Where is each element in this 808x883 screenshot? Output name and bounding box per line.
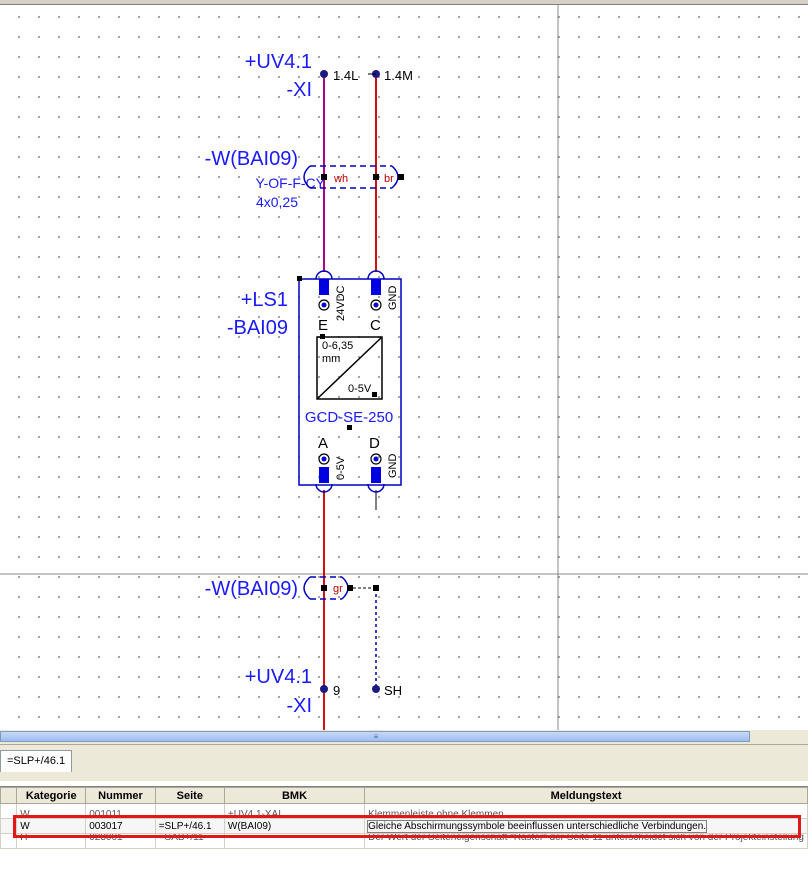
- cell-meldungstext: Gleiche Abschirmungssymbole beeinflussen…: [364, 818, 808, 834]
- table-header-row: Kategorie Nummer Seite BMK Meldungstext: [0, 787, 808, 804]
- bottom-terminal-pin-1: 9: [333, 683, 340, 698]
- pin-name-e: E: [318, 317, 328, 334]
- pin-block-c: [371, 279, 381, 295]
- pin-signal-gnd-bottom: GND: [387, 454, 399, 479]
- pin-connector-e-core: [321, 302, 327, 308]
- row-indicator: [0, 803, 18, 819]
- page-tab-bar: =SLP+/46.1: [0, 744, 808, 781]
- converter-range-unit: mm: [322, 353, 340, 365]
- message-grid[interactable]: Kategorie Nummer Seite BMK Meldungstext …: [0, 786, 808, 883]
- column-header-bmk[interactable]: BMK: [223, 787, 366, 804]
- bottom-terminal-pin-2: SH: [384, 683, 402, 698]
- pin-arc-c: [367, 270, 385, 280]
- row-indicator: [0, 833, 18, 849]
- shield-marker: [347, 585, 353, 591]
- top-terminal-pin-1: 1.4L: [333, 68, 358, 83]
- top-cable-size: 4x0,25: [256, 194, 298, 210]
- terminal-dot-1-4l[interactable]: [320, 70, 328, 78]
- cell-kategorie: W: [16, 803, 87, 819]
- bottom-terminal-device: -XI: [286, 695, 312, 717]
- message-table[interactable]: Kategorie Nummer Seite BMK Meldungstext …: [0, 787, 808, 849]
- top-terminal-pin-2: 1.4M: [384, 68, 413, 83]
- part-marker: [347, 425, 352, 430]
- cell-nummer: 003017: [85, 818, 156, 834]
- device-tag: -BAI09: [227, 317, 288, 339]
- device-corner-marker: [297, 276, 302, 281]
- pin-name-a: A: [318, 435, 328, 452]
- column-header-meldungstext[interactable]: Meldungstext: [364, 787, 808, 804]
- pin-name-d: D: [369, 435, 380, 452]
- terminal-dot-9[interactable]: [320, 685, 328, 693]
- cell-seite: [154, 803, 225, 819]
- shield-marker-end: [373, 585, 379, 591]
- tab-page[interactable]: =SLP+/46.1: [0, 750, 73, 772]
- cell-meldungstext: Der Wert der Seiteneigenschaft "Raster" …: [364, 833, 808, 849]
- pin-signal-24vdc: 24VDC: [335, 285, 347, 321]
- core-label-gr: gr: [333, 583, 343, 595]
- cell-nummer: 023001: [85, 833, 156, 849]
- core-marker-end: [398, 174, 404, 180]
- core-marker-gr: [321, 585, 327, 591]
- cell-nummer: 001011: [85, 803, 156, 819]
- core-label-wh: wh: [333, 173, 348, 185]
- column-header-nummer[interactable]: Nummer: [85, 787, 156, 804]
- device-location: +LS1: [241, 289, 288, 311]
- top-cable-name: -W(BAI09): [205, 148, 298, 170]
- scrollbar-corner: [752, 731, 808, 742]
- scrollbar-grip-icon[interactable]: ≡: [371, 733, 381, 741]
- pin-connector-c-core: [373, 302, 379, 308]
- pin-connector-d-core: [373, 456, 379, 462]
- cell-bmk: [223, 833, 366, 849]
- core-marker-wh: [321, 174, 327, 180]
- terminal-dot-sh[interactable]: [372, 685, 380, 693]
- pin-block-a: [319, 467, 329, 483]
- converter-marker-br: [372, 392, 377, 397]
- pin-name-c: C: [370, 317, 381, 334]
- cell-meldungstext: Klemmenleiste ohne Klemmen: [364, 803, 808, 819]
- cell-kategorie: H: [16, 833, 87, 849]
- table-row[interactable]: W 001011 +UV4.1-XAI Klemmenleiste ohne K…: [0, 803, 808, 819]
- top-terminal-location: +UV4.1: [245, 51, 312, 73]
- converter-range-out: 0-5V: [348, 383, 372, 395]
- bottom-terminal-location: +UV4.1: [245, 666, 312, 688]
- schematic-drawing[interactable]: +UV4.1 -XI 1.4L 1.4M -W(BAI09) Y-OF-F-CY…: [0, 0, 808, 730]
- converter-marker-tl: [320, 334, 325, 339]
- core-label-br: br: [384, 173, 394, 185]
- bottom-cable-name: -W(BAI09): [205, 578, 298, 600]
- pin-connector-a-core: [321, 456, 327, 462]
- core-marker-br: [373, 174, 379, 180]
- selected-message-text: Gleiche Abschirmungssymbole beeinflussen…: [367, 819, 708, 833]
- table-row-selected[interactable]: W 003017 =SLP+/46.1 W(BAI09) Gleiche Abs…: [0, 818, 808, 834]
- top-terminal-device: -XI: [286, 79, 312, 101]
- cell-bmk: W(BAI09): [223, 818, 366, 834]
- column-header-kategorie[interactable]: Kategorie: [16, 787, 87, 804]
- column-header-seite[interactable]: Seite: [154, 787, 225, 804]
- table-row[interactable]: H 023001 =SAB+/11 Der Wert der Seiteneig…: [0, 833, 808, 849]
- device-box[interactable]: [298, 278, 402, 486]
- pin-signal-gnd-top: GND: [387, 286, 399, 311]
- row-indicator: [0, 818, 18, 834]
- bottom-cable-bracket-left: [303, 576, 311, 600]
- device-part-number: GCD-SE-250: [305, 409, 393, 426]
- cell-seite: =SAB+/11: [154, 833, 225, 849]
- converter-range-in: 0-6,35: [322, 340, 353, 352]
- cell-kategorie: W: [16, 818, 87, 834]
- pin-block-d: [371, 467, 381, 483]
- cell-bmk: +UV4.1-XAI: [223, 803, 366, 819]
- schematic-canvas[interactable]: +UV4.1 -XI 1.4L 1.4M -W(BAI09) Y-OF-F-CY…: [0, 0, 808, 730]
- pin-block-e: [319, 279, 329, 295]
- horizontal-scrollbar[interactable]: ≡: [0, 731, 750, 742]
- column-header-indicator[interactable]: [0, 787, 18, 804]
- cell-seite: =SLP+/46.1: [154, 818, 225, 834]
- pin-signal-0-5v: 0-5V: [335, 456, 347, 480]
- pin-arc-e: [315, 270, 333, 280]
